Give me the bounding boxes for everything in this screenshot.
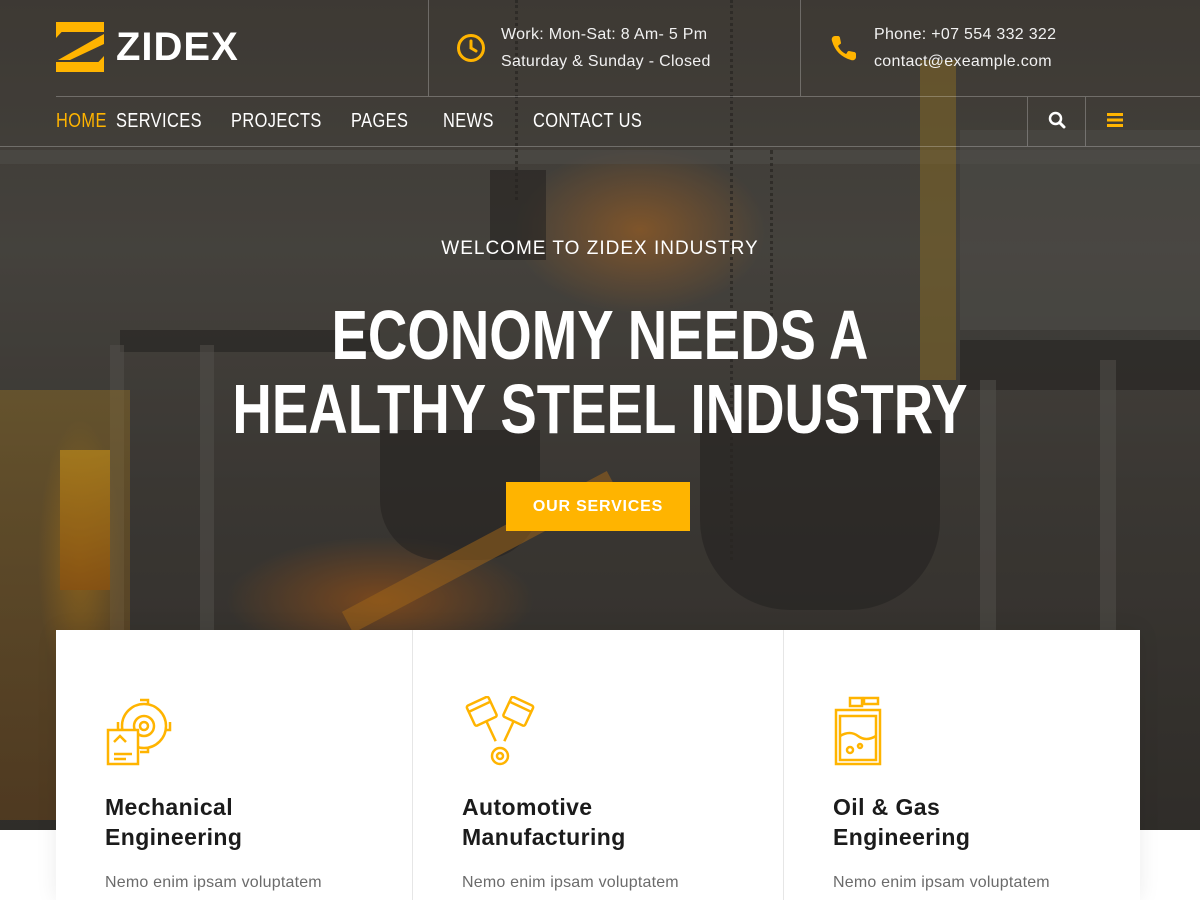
service-title: Mechanical Engineering xyxy=(105,794,243,850)
divider xyxy=(0,146,1200,147)
service-text: Nemo enim ipsam voluptatem xyxy=(833,874,1050,891)
nav-item-contact-us[interactable]: CONTACT US xyxy=(533,110,642,133)
search-button[interactable] xyxy=(1027,97,1085,146)
service-card[interactable]: Automotive Manufacturing Nemo enim ipsam… xyxy=(413,630,784,900)
service-title: Automotive Manufacturing xyxy=(462,794,626,850)
nav-item-home[interactable]: HOME xyxy=(56,110,107,133)
search-icon xyxy=(1048,111,1066,133)
nav-item-news[interactable]: NEWS xyxy=(443,110,494,133)
contact-email[interactable]: contact@exeample.com xyxy=(874,48,1056,75)
gear-blueprint-icon xyxy=(104,696,176,768)
menu-button[interactable] xyxy=(1085,97,1143,146)
nav-item-projects[interactable]: PROJECTS xyxy=(231,110,322,133)
contact-info: Phone: +07 554 332 322 contact@exeample.… xyxy=(828,0,1056,96)
service-title: Oil & Gas Engineering xyxy=(833,794,971,850)
service-card[interactable]: Oil & Gas Engineering Nemo enim ipsam vo… xyxy=(784,630,1140,900)
hero-title: ECONOMY NEEDS A HEALTHY STEEL INDUSTRY xyxy=(0,298,1200,446)
nav-item-services[interactable]: SERVICES xyxy=(116,110,202,133)
service-card[interactable]: Mechanical Engineering Nemo enim ipsam v… xyxy=(56,630,413,900)
hamburger-menu-icon xyxy=(1106,112,1123,131)
services-cards: Mechanical Engineering Nemo enim ipsam v… xyxy=(56,630,1140,900)
main-nav: HOME SERVICES PROJECTS PAGES NEWS CONTAC… xyxy=(56,97,667,146)
nav-item-pages[interactable]: PAGES xyxy=(351,110,408,133)
divider xyxy=(428,0,429,96)
hero-kicker: WELCOME TO ZIDEX INDUSTRY xyxy=(441,238,759,259)
service-text: Nemo enim ipsam voluptatem xyxy=(105,874,322,891)
our-services-button[interactable]: OUR SERVICES xyxy=(506,482,690,531)
service-text: Nemo enim ipsam voluptatem xyxy=(462,874,679,891)
logo-mark-icon xyxy=(56,22,104,72)
pistons-icon xyxy=(461,695,535,768)
phone-icon xyxy=(828,32,860,64)
phone-number[interactable]: Phone: +07 554 332 322 xyxy=(874,21,1056,48)
hero-title-line-2: HEALTHY STEEL INDUSTRY xyxy=(232,370,968,448)
clock-icon xyxy=(455,32,487,64)
hours-line-2: Saturday & Sunday - Closed xyxy=(501,53,711,70)
logo[interactable]: ZIDEX xyxy=(56,22,239,72)
hero-title-line-1: ECONOMY NEEDS A xyxy=(331,296,869,374)
oil-canister-icon xyxy=(832,696,904,768)
working-hours: Work: Mon-Sat: 8 Am- 5 Pm Saturday & Sun… xyxy=(455,0,711,96)
divider xyxy=(800,0,801,96)
hours-line-1: Work: Mon-Sat: 8 Am- 5 Pm xyxy=(501,26,708,43)
brand-name: ZIDEX xyxy=(116,25,239,69)
